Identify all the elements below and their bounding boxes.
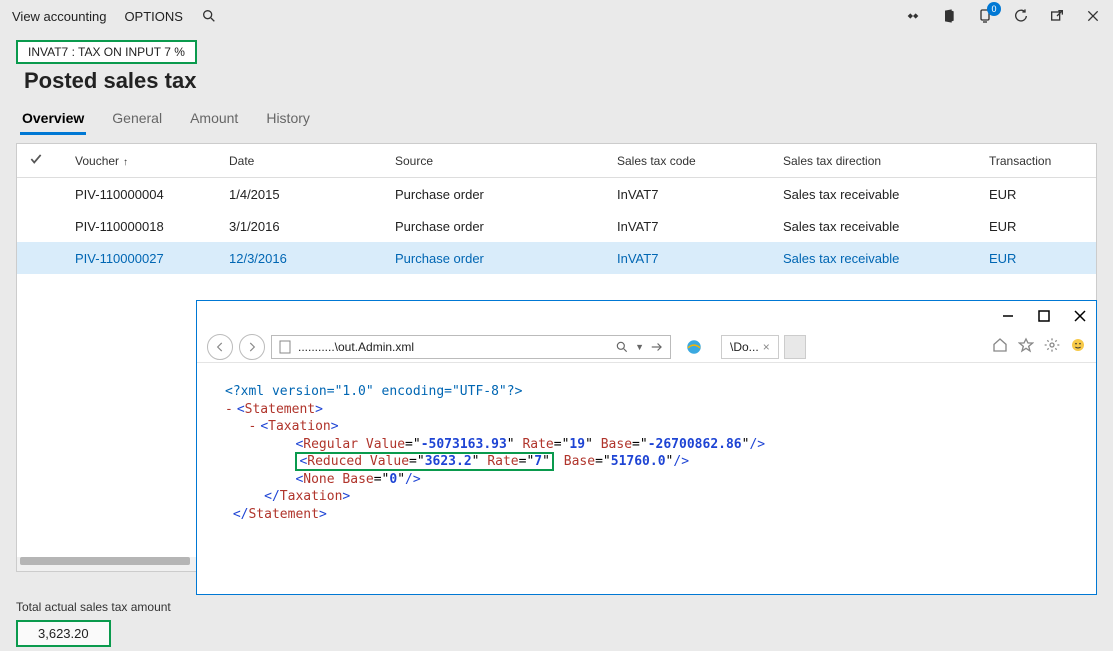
table-row[interactable]: PIV-110000018 3/1/2016 Purchase order In… — [17, 210, 1096, 242]
back-button[interactable] — [207, 334, 233, 360]
browser-tab[interactable]: \Do... × — [721, 335, 779, 359]
refresh-icon[interactable] — [1013, 8, 1029, 24]
ie-logo-icon — [685, 338, 703, 356]
total-section: Total actual sales tax amount 3,623.20 — [16, 600, 171, 647]
table-row[interactable]: PIV-110000027 12/3/2016 Purchase order I… — [17, 242, 1096, 274]
address-text: ...........\out.Admin.xml — [298, 340, 609, 354]
col-header-source[interactable]: Source — [395, 154, 617, 168]
page-title: Posted sales tax — [24, 68, 1113, 94]
highlighted-reduced-element: <Reduced Value="3623.2" Rate="7" — [295, 452, 554, 471]
col-header-voucher[interactable]: Voucher↑ — [57, 154, 229, 168]
maximize-button[interactable] — [1036, 308, 1052, 324]
options-menu[interactable]: OPTIONS — [124, 9, 183, 24]
notifications-icon[interactable]: 0 — [977, 8, 993, 24]
connector-icon[interactable] — [905, 8, 921, 24]
table-row[interactable]: PIV-110000004 1/4/2015 Purchase order In… — [17, 178, 1096, 210]
tab-amount[interactable]: Amount — [188, 104, 240, 135]
grid-header: Voucher↑ Date Source Sales tax code Sale… — [17, 144, 1096, 178]
file-icon — [278, 340, 292, 354]
ie-browser-window: ...........\out.Admin.xml ▼ \Do... × <?x… — [196, 300, 1097, 595]
total-label: Total actual sales tax amount — [16, 600, 171, 614]
tab-overview[interactable]: Overview — [20, 104, 86, 135]
search-icon[interactable] — [201, 8, 217, 24]
ie-titlebar — [197, 301, 1096, 331]
smiley-icon[interactable] — [1070, 337, 1086, 356]
close-icon[interactable] — [1085, 8, 1101, 24]
tab-title: \Do... — [730, 340, 759, 354]
dropdown-icon[interactable]: ▼ — [635, 342, 644, 352]
gear-icon[interactable] — [1044, 337, 1060, 356]
close-button[interactable] — [1072, 308, 1088, 324]
context-badge: INVAT7 : TAX ON INPUT 7 % — [16, 40, 197, 64]
detail-tabs: Overview General Amount History — [20, 104, 1113, 135]
minimize-button[interactable] — [1000, 308, 1016, 324]
col-header-code[interactable]: Sales tax code — [617, 154, 783, 168]
ie-nav-toolbar: ...........\out.Admin.xml ▼ \Do... × — [197, 331, 1096, 363]
tab-close-icon[interactable]: × — [763, 340, 770, 354]
tab-general[interactable]: General — [110, 104, 164, 135]
col-header-currency[interactable]: Transaction — [989, 154, 1079, 168]
col-header-date[interactable]: Date — [229, 154, 395, 168]
home-icon[interactable] — [992, 337, 1008, 356]
go-icon[interactable] — [650, 340, 664, 354]
search-icon[interactable] — [615, 340, 629, 354]
office-icon[interactable] — [941, 8, 957, 24]
sort-asc-icon: ↑ — [123, 157, 128, 168]
tab-history[interactable]: History — [264, 104, 312, 135]
col-header-direction[interactable]: Sales tax direction — [783, 154, 989, 168]
favorites-icon[interactable] — [1018, 337, 1034, 356]
app-toolbar: View accounting OPTIONS 0 — [0, 0, 1113, 32]
notification-badge: 0 — [987, 2, 1001, 16]
new-tab-button[interactable] — [784, 335, 806, 359]
total-value: 3,623.20 — [16, 620, 111, 647]
select-all-checkbox[interactable] — [29, 152, 57, 169]
forward-button[interactable] — [239, 334, 265, 360]
popout-icon[interactable] — [1049, 8, 1065, 24]
address-bar[interactable]: ...........\out.Admin.xml ▼ — [271, 335, 671, 359]
xml-body: <?xml version="1.0" encoding="UTF-8"?> -… — [197, 363, 1096, 543]
view-accounting-menu[interactable]: View accounting — [12, 9, 106, 24]
